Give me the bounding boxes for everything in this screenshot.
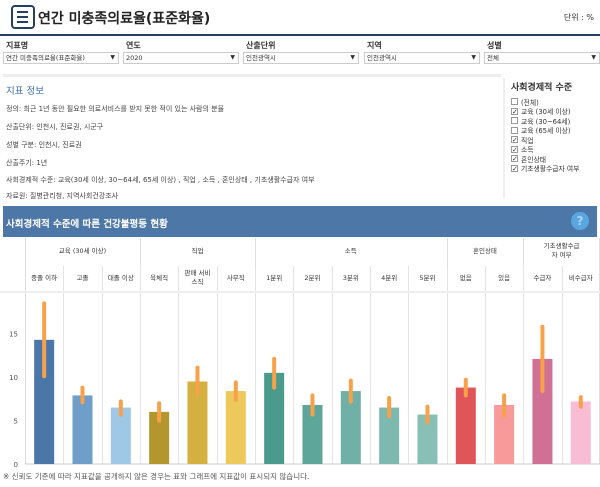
- bar[interactable]: [72, 395, 93, 464]
- bar[interactable]: [570, 401, 591, 464]
- bar[interactable]: [225, 391, 246, 464]
- bar-chart: 0 5 10 15: [0, 291, 600, 469]
- y-tick-label: 15: [9, 331, 18, 339]
- footnote: ※ 신뢰도 기준에 따라 지표값을 공개하지 않은 경우는 표와 그래프에 지표…: [3, 472, 310, 481]
- y-tick-label: 5: [14, 418, 18, 426]
- y-tick-label: 10: [9, 374, 18, 382]
- y-tick-label: 0: [14, 461, 18, 469]
- bar[interactable]: [455, 387, 476, 464]
